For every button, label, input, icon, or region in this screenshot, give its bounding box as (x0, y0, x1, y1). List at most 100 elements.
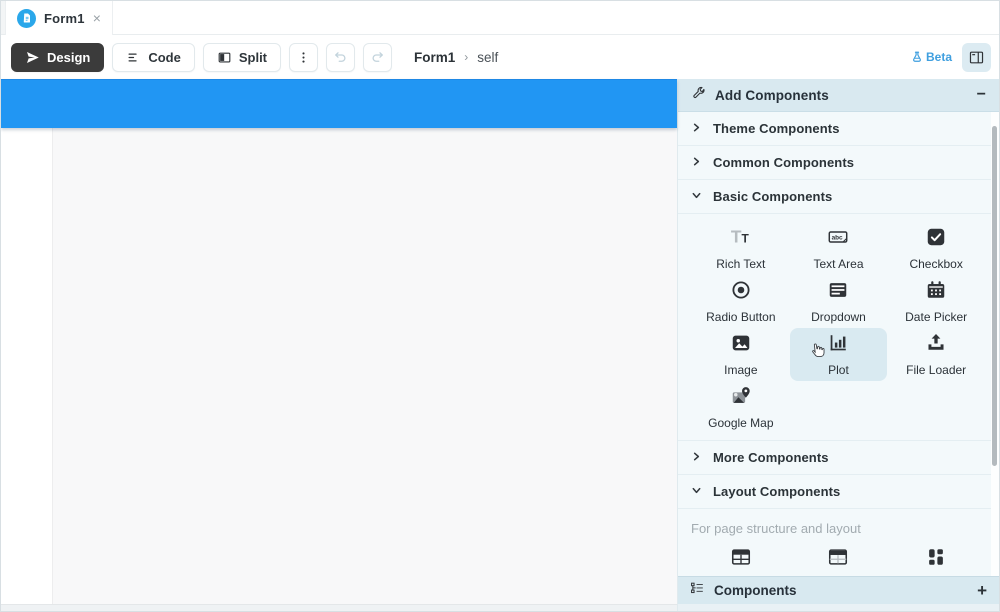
canvas-bottom-strip (1, 604, 677, 611)
add-component-icon[interactable]: + (977, 582, 987, 599)
beta-label: Beta (926, 50, 952, 64)
section-theme-components[interactable]: Theme Components (678, 112, 999, 146)
redo-button[interactable] (363, 43, 392, 72)
components-footer-title: Components (714, 583, 968, 598)
component-label: Plot (828, 363, 849, 377)
image-icon (730, 332, 752, 359)
toolbar-right: Beta (911, 43, 991, 72)
toggle-panel-button[interactable] (962, 43, 991, 72)
component-tree-icon (690, 581, 705, 601)
sidebar-layout-icon (968, 49, 985, 66)
component-label: Google Map (708, 416, 773, 430)
data-grid-icon (730, 546, 752, 573)
chevron-right-icon (691, 449, 702, 467)
component-label: Radio Button (706, 310, 775, 324)
section-more-components[interactable]: More Components (678, 441, 999, 475)
svg-text:T: T (731, 227, 742, 247)
sidebar-bottom-strip (678, 604, 999, 611)
component-item-plot[interactable]: Plot (790, 328, 888, 381)
tab-title: Form1 (44, 11, 85, 26)
code-button-label: Code (148, 50, 181, 65)
component-item-data-grid[interactable]: Data Grid (692, 546, 790, 576)
design-button[interactable]: Design (11, 43, 104, 72)
section-basic-components[interactable]: Basic Components (678, 180, 999, 214)
code-button[interactable]: Code (112, 43, 195, 72)
component-item-image[interactable]: Image (692, 328, 790, 381)
component-label: Date Picker (905, 310, 967, 324)
section-layout-components[interactable]: Layout Components (678, 475, 999, 509)
add-components-panel: Add Components − Theme Components Common… (677, 79, 999, 611)
component-item-google-map[interactable]: Google Map (692, 381, 790, 434)
component-label: File Loader (906, 363, 966, 377)
component-item-text-area[interactable]: abc Text Area (790, 222, 888, 275)
workspace: Add Components − Theme Components Common… (1, 79, 999, 611)
breadcrumb-root[interactable]: Form1 (414, 50, 455, 65)
flask-icon (911, 51, 923, 64)
design-canvas[interactable] (1, 79, 677, 611)
component-label: Rich Text (716, 257, 765, 271)
undo-button[interactable] (326, 43, 355, 72)
undo-icon (333, 50, 348, 65)
tab-strip: Form1 × (1, 1, 999, 35)
page-left-gutter (1, 128, 53, 604)
scrollbar-thumb[interactable] (992, 126, 997, 466)
breadcrumb-current[interactable]: self (477, 50, 498, 65)
component-label: Text Area (813, 257, 863, 271)
data-row-panel-icon (827, 546, 849, 573)
section-label: Theme Components (713, 121, 840, 136)
redo-icon (370, 50, 385, 65)
component-label: Checkbox (909, 257, 962, 271)
app-window: Form1 × Design Code Split Form1 › s (0, 0, 1000, 612)
toolbar: Design Code Split Form1 › self Beta (1, 35, 999, 79)
component-item-checkbox[interactable]: Checkbox (887, 222, 985, 275)
chevron-right-icon (691, 120, 702, 138)
wrench-icon (691, 85, 706, 105)
google-map-icon (730, 385, 752, 412)
chevron-down-icon (691, 483, 702, 501)
tab-form1[interactable]: Form1 × (5, 1, 113, 35)
component-item-file-loader[interactable]: File Loader (887, 328, 985, 381)
plot-icon (827, 332, 849, 359)
section-label: Layout Components (713, 484, 840, 499)
svg-text:T: T (741, 232, 749, 246)
svg-text:abc: abc (832, 235, 843, 242)
form-file-icon (17, 9, 36, 28)
component-item-radio-button[interactable]: Radio Button (692, 275, 790, 328)
collapse-panel-icon[interactable]: − (977, 87, 986, 103)
components-list: Theme Components Common Components Basic… (678, 112, 999, 576)
components-footer[interactable]: Components + (678, 576, 999, 604)
component-item-column-panel[interactable]: Column Panel (887, 546, 985, 576)
code-icon (126, 50, 141, 65)
component-label: Dropdown (811, 310, 866, 324)
component-item-data-row-panel[interactable]: Data Row Panel (790, 546, 888, 576)
section-label: Common Components (713, 155, 854, 170)
dropdown-icon (827, 279, 849, 306)
add-components-header[interactable]: Add Components − (678, 79, 999, 112)
breadcrumb-separator: › (464, 50, 468, 64)
component-item-date-picker[interactable]: Date Picker (887, 275, 985, 328)
breadcrumb: Form1 › self (414, 50, 498, 65)
component-item-rich-text[interactable]: TT Rich Text (692, 222, 790, 275)
form-app-bar[interactable] (1, 79, 677, 128)
tab-close-icon[interactable]: × (93, 11, 101, 25)
sidebar-scrollbar[interactable] (991, 112, 999, 576)
design-button-label: Design (47, 50, 90, 65)
panel-title: Add Components (715, 88, 968, 103)
form-page-area[interactable] (1, 128, 677, 604)
split-button[interactable]: Split (203, 43, 281, 72)
more-options-button[interactable] (289, 43, 318, 72)
file-loader-icon (925, 332, 947, 359)
chevron-right-icon (691, 154, 702, 172)
basic-components-grid: TT Rich Text abc Text Area Checkbox Radi… (678, 214, 999, 441)
split-button-label: Split (239, 50, 267, 65)
rich-text-icon: TT (730, 226, 752, 253)
design-icon (25, 50, 40, 65)
beta-badge[interactable]: Beta (911, 50, 952, 64)
section-label: Basic Components (713, 189, 832, 204)
section-common-components[interactable]: Common Components (678, 146, 999, 180)
radio-button-icon (730, 279, 752, 306)
component-item-dropdown[interactable]: Dropdown (790, 275, 888, 328)
chevron-down-icon (691, 188, 702, 206)
split-view-icon (217, 50, 232, 65)
checkbox-icon (925, 226, 947, 253)
